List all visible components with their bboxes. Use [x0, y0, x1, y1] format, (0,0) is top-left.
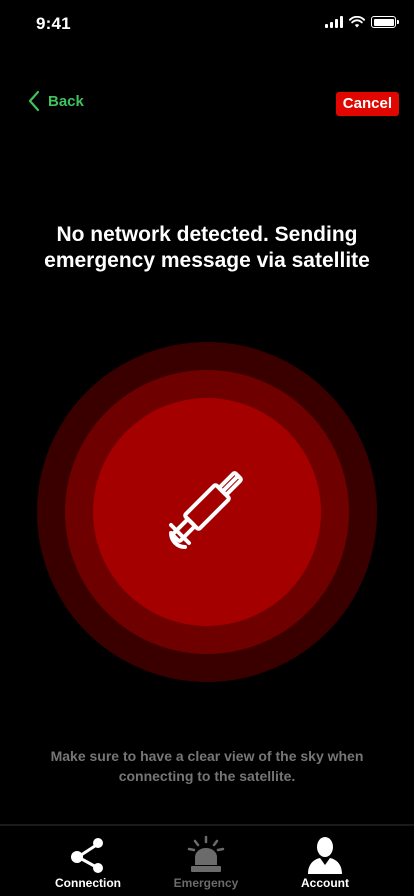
status-icons [325, 16, 399, 28]
tab-account[interactable]: Account [275, 834, 375, 890]
back-button[interactable]: Back [28, 90, 84, 112]
sky-view-hint: Make sure to have a clear view of the sk… [50, 748, 364, 784]
bottom-tab-bar: Connection Emergency Account [0, 824, 414, 896]
cancel-button[interactable]: Cancel [335, 92, 399, 116]
user-icon [308, 837, 342, 874]
status-headline: No network detected. Sending emergency m… [44, 223, 370, 272]
tab-connection[interactable]: Connection [38, 834, 138, 890]
status-bar: 9:41 [0, 0, 414, 48]
back-label: Back [48, 92, 84, 110]
chevron-left-icon [28, 90, 40, 112]
wifi-icon [349, 16, 365, 28]
satellite-pulse-graphic [37, 342, 377, 682]
cellular-signal-icon [325, 16, 343, 28]
battery-icon [371, 16, 399, 28]
connection-icon [71, 838, 103, 873]
status-time: 9:41 [36, 14, 71, 33]
siren-icon [187, 835, 225, 872]
tab-emergency[interactable]: Emergency [156, 834, 256, 890]
tab-connection-label: Connection [55, 876, 121, 890]
tab-emergency-label: Emergency [173, 876, 239, 890]
tab-account-label: Account [301, 876, 349, 890]
satellite-icon [169, 471, 243, 549]
